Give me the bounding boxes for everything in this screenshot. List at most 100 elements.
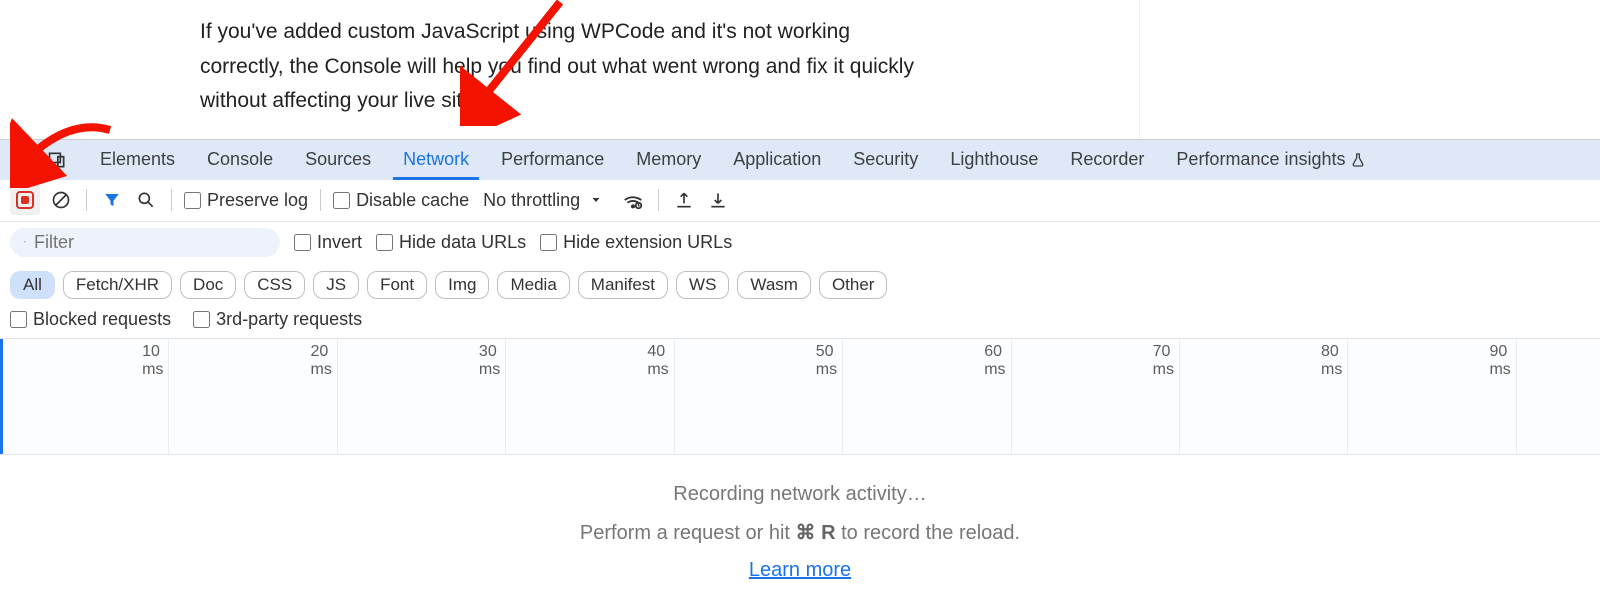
hide-data-urls-checkbox[interactable]: Hide data URLs [376,232,526,253]
download-har-icon[interactable] [705,187,731,213]
tab-lighthouse[interactable]: Lighthouse [934,140,1054,180]
timeline-tick-label: 20 ms [311,343,332,379]
filter-input[interactable] [34,232,266,253]
timeline-tick: 90 ms [1516,339,1517,454]
type-pill-css[interactable]: CSS [244,271,305,299]
filter-toggle-icon[interactable] [99,187,125,213]
empty-line1: Recording network activity… [0,483,1600,506]
learn-more-link[interactable]: Learn more [0,559,1600,582]
type-pill-media[interactable]: Media [497,271,569,299]
network-toolbar: Preserve log Disable cache No throttling [0,180,1600,222]
filter-input-wrap[interactable] [10,228,280,257]
timeline-tick-label: 30 ms [479,343,500,379]
tab-network[interactable]: Network [387,140,485,180]
timeline-tick-label: 50 ms [816,343,837,379]
tab-performance[interactable]: Performance [485,140,620,180]
empty-line2: Perform a request or hit ⌘ R to record t… [0,520,1600,545]
empty-line2-prefix: Perform a request or hit [580,522,796,544]
disable-cache-label: Disable cache [356,190,469,211]
filter-bar: Invert Hide data URLs Hide extension URL… [0,222,1600,305]
third-party-input[interactable] [193,311,210,328]
type-pill-other[interactable]: Other [819,271,888,299]
blocked-requests-checkbox[interactable]: Blocked requests [10,309,171,330]
hide-extension-urls-checkbox[interactable]: Hide extension URLs [540,232,732,253]
filter-bar-row2: Blocked requests 3rd-party requests [0,305,1600,339]
separator [171,189,172,211]
reload-shortcut: ⌘ R [796,522,836,544]
upload-har-icon[interactable] [671,187,697,213]
timeline-tick-label: 70 ms [1153,343,1174,379]
timeline-tick-label: 80 ms [1321,343,1342,379]
timeline-tick: 20 ms [337,339,338,454]
separator [658,189,659,211]
invert-checkbox[interactable]: Invert [294,232,362,253]
tab-elements[interactable]: Elements [84,140,191,180]
search-icon[interactable] [133,187,159,213]
tab-recorder[interactable]: Recorder [1054,140,1160,180]
blocked-label: Blocked requests [33,309,171,330]
invert-label: Invert [317,232,362,253]
type-pill-all[interactable]: All [10,271,55,299]
timeline-tick: 50 ms [842,339,843,454]
device-toolbar-icon[interactable] [42,145,72,175]
disable-cache-input[interactable] [333,192,350,209]
invert-input[interactable] [294,234,311,251]
timeline-tick: 80 ms [1347,339,1348,454]
timeline-tick-label: 40 ms [647,343,668,379]
funnel-icon [24,234,26,250]
timeline-tick: 60 ms [1011,339,1012,454]
type-pill-font[interactable]: Font [367,271,427,299]
type-filter-pills: All Fetch/XHR Doc CSS JS Font Img Media Manifest… [10,271,887,299]
tab-performance-insights[interactable]: Performance insights [1160,140,1381,180]
tab-application[interactable]: Application [717,140,837,180]
type-pill-ws[interactable]: WS [676,271,729,299]
empty-state: Recording network activity… Perform a re… [0,455,1600,602]
flask-icon [1350,152,1366,168]
article-paragraph: If you've added custom JavaScript using … [0,0,1140,139]
record-icon [16,191,34,209]
timeline-tick: 70 ms [1179,339,1180,454]
record-button[interactable] [10,185,40,215]
tab-sources[interactable]: Sources [289,140,387,180]
timeline-overview[interactable]: 10 ms 20 ms 30 ms 40 ms 50 ms 60 ms 70 ms 80 ms… [0,339,1600,455]
inspect-element-icon[interactable] [6,145,36,175]
timeline-tick: 30 ms [505,339,506,454]
hide-ext-label: Hide extension URLs [563,232,732,253]
timeline-tick: 40 ms [674,339,675,454]
blocked-input[interactable] [10,311,27,328]
third-party-label: 3rd-party requests [216,309,362,330]
tab-memory[interactable]: Memory [620,140,717,180]
hide-data-label: Hide data URLs [399,232,526,253]
tabs-container: ElementsConsoleSourcesNetworkPerformance… [84,140,1382,180]
type-pill-img[interactable]: Img [435,271,489,299]
preserve-log-input[interactable] [184,192,201,209]
article-text: If you've added custom JavaScript using … [200,20,914,112]
timeline-tick-label: 90 ms [1489,343,1510,379]
chevron-down-icon [590,194,602,206]
separator [86,189,87,211]
type-pill-js[interactable]: JS [313,271,359,299]
timeline-tick: 10 ms [168,339,169,454]
third-party-checkbox[interactable]: 3rd-party requests [193,309,362,330]
type-pill-fetchxhr[interactable]: Fetch/XHR [63,271,172,299]
throttling-dropdown[interactable]: No throttling [477,190,612,211]
timeline-tick-label: 10 ms [142,343,163,379]
timeline-tick-label: 60 ms [984,343,1005,379]
preserve-log-label: Preserve log [207,190,308,211]
devtools-tabstrip: ElementsConsoleSourcesNetworkPerformance… [0,140,1600,180]
tab-console[interactable]: Console [191,140,289,180]
network-conditions-icon[interactable] [620,187,646,213]
disable-cache-checkbox[interactable]: Disable cache [333,190,469,211]
hide-ext-input[interactable] [540,234,557,251]
type-pill-manifest[interactable]: Manifest [578,271,668,299]
type-pill-wasm[interactable]: Wasm [737,271,811,299]
throttling-value: No throttling [483,190,580,211]
hide-data-input[interactable] [376,234,393,251]
devtools-panel: ElementsConsoleSourcesNetworkPerformance… [0,139,1600,602]
clear-icon[interactable] [48,187,74,213]
tab-security[interactable]: Security [837,140,934,180]
timeline-cursor [0,339,3,454]
preserve-log-checkbox[interactable]: Preserve log [184,190,308,211]
empty-line2-suffix: to record the reload. [836,522,1021,544]
type-pill-doc[interactable]: Doc [180,271,236,299]
